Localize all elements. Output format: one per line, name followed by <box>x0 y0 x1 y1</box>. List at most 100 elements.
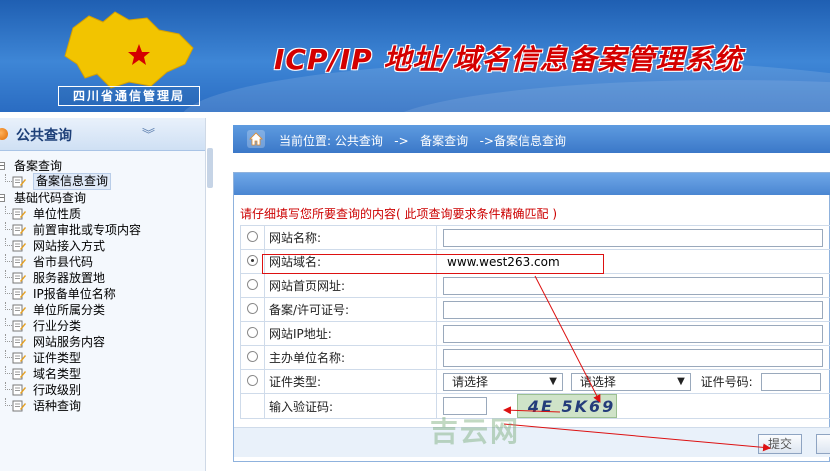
tree-connector-line <box>5 382 12 390</box>
dropdown-arrow-icon: ▼ <box>677 375 685 387</box>
sidebar-tree-group[interactable]: − 基础代码查询 <box>0 190 205 206</box>
field-radio[interactable] <box>247 326 258 338</box>
tree-toggle-icon[interactable]: − <box>0 162 5 170</box>
sidebar-header[interactable]: 公共查询 ︾ <box>0 118 205 151</box>
tree-connector-line <box>5 302 12 310</box>
sidebar-tree-item[interactable]: 省市县代码 <box>0 254 205 270</box>
tree-item-label: 省市县代码 <box>33 255 94 269</box>
reset-button[interactable] <box>816 434 830 454</box>
tree-item-label: 备案信息查询 <box>33 173 112 190</box>
field-radio[interactable] <box>247 254 258 266</box>
field-input[interactable] <box>443 276 823 295</box>
breadcrumb: 当前位置: 公共查询 -> 备案查询 ->备案信息查询 <box>233 125 830 153</box>
splitter-grip[interactable] <box>207 148 213 188</box>
field-radio[interactable] <box>247 230 258 242</box>
document-edit-icon <box>12 368 26 380</box>
breadcrumb-text: 当前位置: 公共查询 -> 备案查询 ->备案信息查询 <box>279 134 566 148</box>
tree-item-label: 前置审批或专项内容 <box>33 223 142 237</box>
cert-type-label: 证件类型: <box>264 369 437 394</box>
sichuan-map-logo-icon <box>64 11 194 89</box>
field-input[interactable] <box>443 348 823 367</box>
form-row-captcha: 输入验证码: 4E 5K69 <box>240 393 830 419</box>
sidebar-tree-item[interactable]: 单位所属分类 <box>0 302 205 318</box>
captcha-label: 输入验证码: <box>264 393 437 419</box>
document-edit-icon <box>12 272 26 284</box>
form-row: 主办单位名称: <box>240 345 830 370</box>
tree-item-label: 行政级别 <box>33 383 82 397</box>
cert-type-radio[interactable] <box>247 374 258 386</box>
document-edit-icon <box>12 240 26 252</box>
document-edit-icon <box>12 384 26 396</box>
sidebar-splitter[interactable] <box>205 118 213 471</box>
system-title: ICP/IP 地址/域名信息备案管理系统 <box>274 43 743 76</box>
tree-connector-line <box>5 334 12 342</box>
dropdown-arrow-icon: ▼ <box>549 375 557 387</box>
sidebar-tree-item[interactable]: 网站服务内容 <box>0 334 205 350</box>
form-row-cert-type: 证件类型: 请选择 ▼ 请选择 ▼ 证件号码: <box>240 369 830 394</box>
tree-item-label: 网站接入方式 <box>33 239 106 253</box>
document-edit-icon <box>12 304 26 316</box>
cert-type-select-1[interactable]: 请选择 ▼ <box>443 372 563 391</box>
instruction-text: 请仔细填写您所要查询的内容( 此项查询要求条件精确匹配 ) <box>240 207 557 221</box>
field-radio[interactable] <box>247 350 258 362</box>
tree-connector-line <box>5 270 12 278</box>
tree-connector-line <box>5 350 12 358</box>
tree-item-label: IP报备单位名称 <box>33 287 116 301</box>
sidebar: 公共查询 ︾ − 备案查询 备案信息查询 − 基础代码查询 单位性质前置审批或专项内容 网站… <box>0 118 205 471</box>
sidebar-tree-item[interactable]: 行政级别 <box>0 382 205 398</box>
field-input[interactable] <box>443 300 823 319</box>
cert-select-2-value: 请选择 <box>579 374 616 389</box>
document-edit-icon <box>12 208 26 220</box>
submit-button[interactable]: 提交 <box>758 434 802 454</box>
tree-connector-line <box>5 366 12 374</box>
sidebar-tree-item[interactable]: 行业分类 <box>0 318 205 334</box>
document-edit-icon <box>12 176 26 188</box>
tree-item-label: 证件类型 <box>33 351 82 365</box>
cert-type-select-2[interactable]: 请选择 ▼ <box>570 372 691 391</box>
tree-connector-line <box>5 398 12 406</box>
tree-connector-line <box>5 222 12 230</box>
field-radio[interactable] <box>247 302 258 314</box>
tree-item-label: 网站服务内容 <box>33 335 106 349</box>
tree-connector-line <box>5 318 12 326</box>
document-edit-icon <box>12 352 26 364</box>
tree-connector-line <box>5 254 12 262</box>
sidebar-tree-item[interactable]: 证件类型 <box>0 350 205 366</box>
tree-item-label: 行业分类 <box>33 319 82 333</box>
tree-item-label: 单位性质 <box>33 207 82 221</box>
tree-toggle-icon[interactable]: − <box>0 194 5 202</box>
document-edit-icon <box>12 256 26 268</box>
field-input[interactable] <box>443 228 823 247</box>
sidebar-tree-item[interactable]: 备案信息查询 <box>0 173 205 190</box>
document-edit-icon <box>12 336 26 348</box>
field-input[interactable] <box>443 324 823 343</box>
collapse-chevron-icon[interactable]: ︾ <box>142 124 155 143</box>
sidebar-tree-item[interactable]: 网站接入方式 <box>0 238 205 254</box>
sidebar-tree-item[interactable]: 服务器放置地 <box>0 270 205 286</box>
sidebar-tree-item[interactable]: 语种查询 <box>0 398 205 414</box>
query-form-panel: 请仔细填写您所要查询的内容( 此项查询要求条件精确匹配 ) 网站名称: 网站域名:… <box>233 172 830 462</box>
captcha-image[interactable]: 4E 5K69 <box>516 394 617 418</box>
cert-number-input[interactable] <box>760 372 821 391</box>
sidebar-tree-item[interactable]: IP报备单位名称 <box>0 286 205 302</box>
sidebar-tree-item[interactable]: 前置审批或专项内容 <box>0 222 205 238</box>
cert-number-label: 证件号码: <box>700 375 753 389</box>
field-label: 主办单位名称: <box>264 345 437 370</box>
tree-item-label: 备案查询 <box>14 159 63 173</box>
captcha-image-text: 4E 5K69 <box>527 397 616 416</box>
sidebar-tree-group[interactable]: − 备案查询 <box>0 158 205 174</box>
sidebar-tree-item[interactable]: 域名类型 <box>0 366 205 382</box>
domain-highlight-box <box>262 254 604 274</box>
field-radio[interactable] <box>247 278 258 290</box>
orange-dot-icon <box>0 128 8 140</box>
sidebar-tree-item[interactable]: 单位性质 <box>0 206 205 222</box>
tree-connector-line <box>5 286 12 294</box>
form-row: 备案/许可证号: <box>240 297 830 322</box>
sidebar-title: 公共查询 <box>16 128 72 144</box>
field-label: 网站名称: <box>264 225 437 250</box>
form-row: 网站IP地址: <box>240 321 830 346</box>
tree-item-label: 单位所属分类 <box>33 303 106 317</box>
home-icon[interactable] <box>247 130 265 148</box>
header-banner: 四川省通信管理局 ICP/IP 地址/域名信息备案管理系统 <box>0 0 830 112</box>
field-label: 网站IP地址: <box>264 321 437 346</box>
